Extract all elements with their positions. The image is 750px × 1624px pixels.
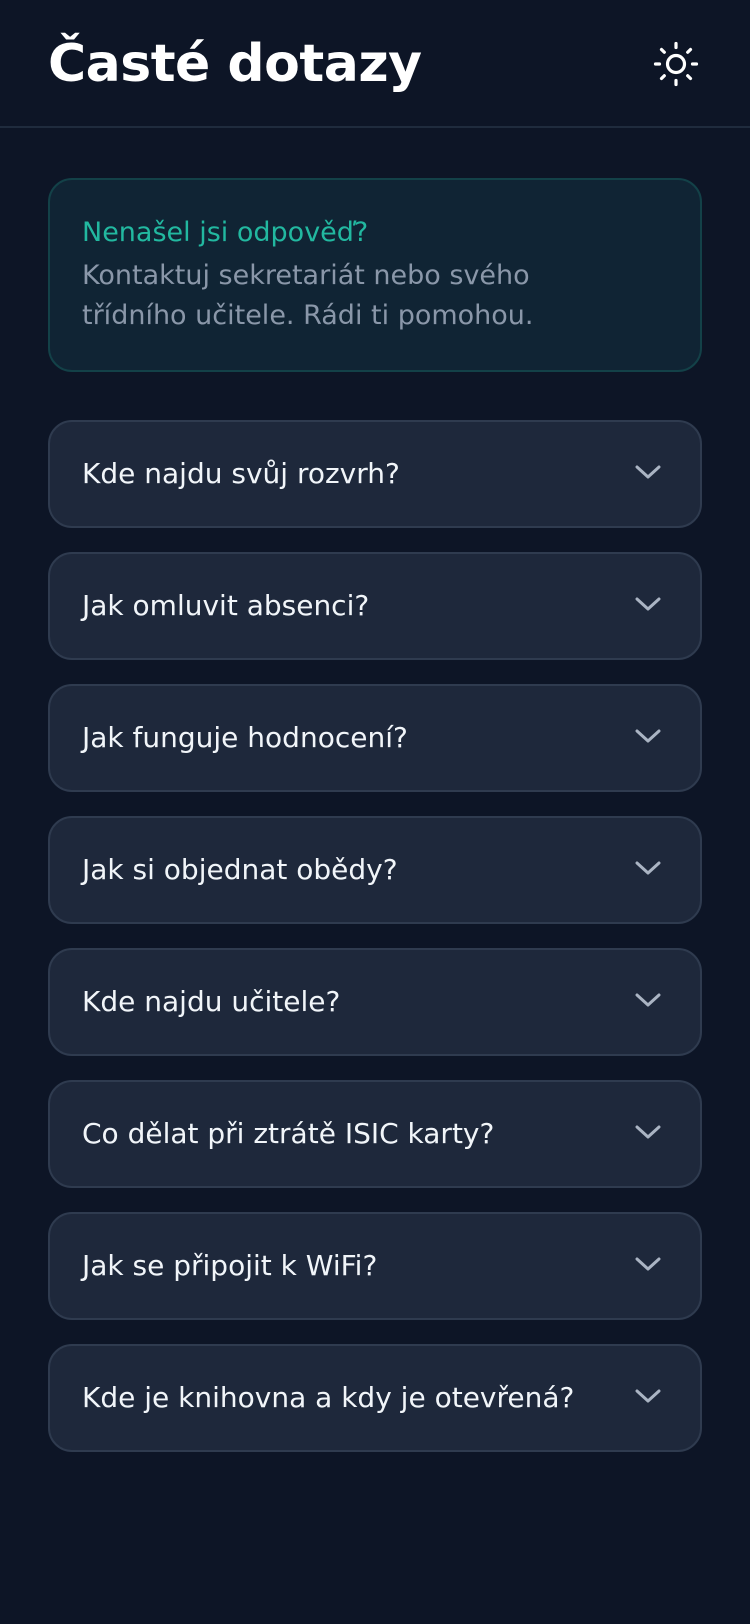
chevron-down-icon bbox=[635, 1389, 661, 1403]
chevron-down-icon bbox=[635, 465, 661, 479]
faq-question: Kde najdu učitele? bbox=[82, 985, 341, 1018]
page-title: Časté dotazy bbox=[48, 34, 422, 94]
help-info-title: Nenašel jsi odpověď? bbox=[82, 217, 369, 248]
faq-question: Kde najdu svůj rozvrh? bbox=[82, 457, 400, 490]
chevron-down-icon bbox=[635, 861, 661, 875]
sun-icon bbox=[653, 41, 699, 87]
chevron-down-icon bbox=[635, 729, 661, 743]
help-info-card: Nenašel jsi odpověď? Kontaktuj sekretari… bbox=[48, 178, 702, 372]
chevron-down-icon bbox=[635, 597, 661, 611]
help-info-text: Kontaktuj sekretariát nebo svého třídníh… bbox=[82, 260, 534, 331]
faq-item[interactable]: Kde najdu svůj rozvrh? bbox=[48, 420, 702, 528]
faq-item[interactable]: Jak omluvit absenci? bbox=[48, 552, 702, 660]
faq-question: Jak omluvit absenci? bbox=[82, 589, 370, 622]
faq-question: Kde je knihovna a kdy je otevřená? bbox=[82, 1381, 575, 1414]
chevron-down-icon bbox=[635, 993, 661, 1007]
faq-list: Kde najdu svůj rozvrh? Jak omluvit absen… bbox=[48, 420, 702, 1476]
chevron-down-icon bbox=[635, 1125, 661, 1139]
theme-toggle-button[interactable] bbox=[648, 36, 704, 92]
faq-item[interactable]: Jak se připojit k WiFi? bbox=[48, 1212, 702, 1320]
app-header: Časté dotazy bbox=[0, 0, 750, 128]
faq-question: Jak se připojit k WiFi? bbox=[82, 1249, 378, 1282]
faq-item[interactable]: Jak funguje hodnocení? bbox=[48, 684, 702, 792]
faq-item[interactable]: Jak si objednat obědy? bbox=[48, 816, 702, 924]
chevron-down-icon bbox=[635, 1257, 661, 1271]
faq-item[interactable]: Kde je knihovna a kdy je otevřená? bbox=[48, 1344, 702, 1452]
faq-item[interactable]: Co dělat při ztrátě ISIC karty? bbox=[48, 1080, 702, 1188]
faq-item[interactable]: Kde najdu učitele? bbox=[48, 948, 702, 1056]
faq-question: Jak funguje hodnocení? bbox=[82, 721, 408, 754]
faq-question: Co dělat při ztrátě ISIC karty? bbox=[82, 1117, 495, 1150]
faq-question: Jak si objednat obědy? bbox=[82, 853, 398, 886]
